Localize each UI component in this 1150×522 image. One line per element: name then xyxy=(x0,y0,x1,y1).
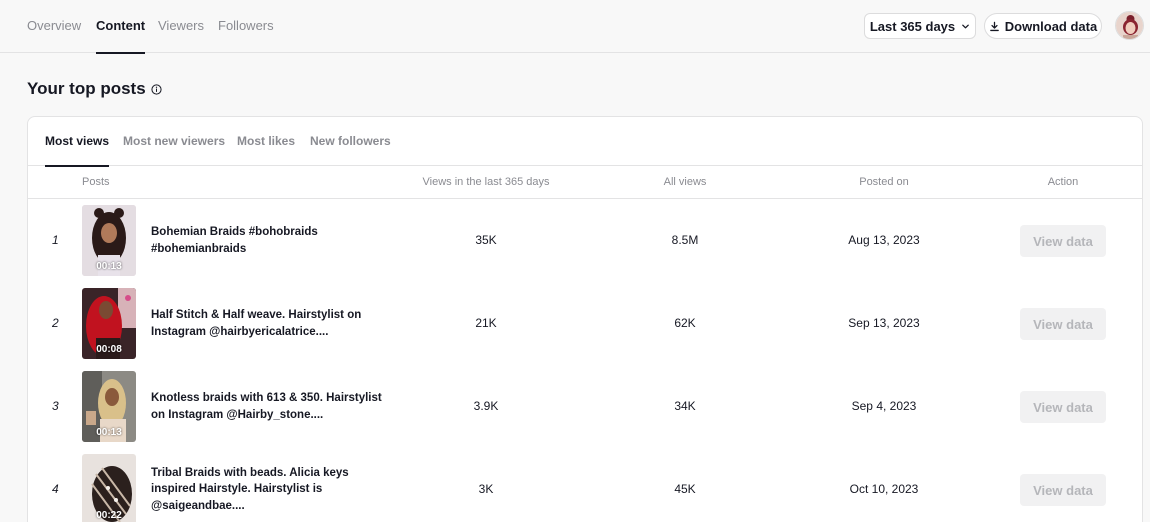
subtab-most-likes[interactable]: Most likes xyxy=(237,117,295,166)
table-row: 3 00:13 Knotless braids with 613 & 350. … xyxy=(28,365,1142,448)
info-icon[interactable] xyxy=(151,83,162,95)
header-posted-on: Posted on xyxy=(859,176,909,188)
section-title: Your top posts xyxy=(27,78,162,100)
row-rank: 1 xyxy=(52,233,59,247)
tab-content[interactable]: Content xyxy=(96,0,146,54)
avatar[interactable] xyxy=(1115,11,1144,40)
posted-on-value: Sep 4, 2023 xyxy=(851,399,917,413)
date-range-dropdown[interactable]: Last 365 days xyxy=(864,13,976,39)
video-duration: 00:13 xyxy=(96,427,122,438)
view-data-button[interactable]: View data xyxy=(1020,474,1106,506)
header-views-365: Views in the last 365 days xyxy=(422,176,550,188)
video-duration: 00:13 xyxy=(96,261,122,272)
all-views-value: 45K xyxy=(674,482,696,496)
tab-followers[interactable]: Followers xyxy=(218,0,274,53)
posted-on-value: Aug 13, 2023 xyxy=(848,233,920,247)
row-rank: 2 xyxy=(52,316,59,330)
sort-tabs: Most views Most new viewers Most likes N… xyxy=(28,117,1142,167)
row-rank: 3 xyxy=(52,399,59,413)
post-thumbnail[interactable]: 00:13 xyxy=(82,205,136,276)
all-views-value: 8.5M xyxy=(671,233,699,247)
views-365-value: 3.9K xyxy=(473,399,499,413)
date-range-label: Last 365 days xyxy=(869,18,956,34)
download-data-button[interactable]: Download data xyxy=(984,13,1102,39)
views-365-value: 21K xyxy=(475,316,497,330)
top-posts-card: Most views Most new viewers Most likes N… xyxy=(27,116,1143,522)
video-duration: 00:22 xyxy=(96,510,122,521)
views-365-value: 3K xyxy=(478,482,494,496)
header-all-views: All views xyxy=(663,176,707,188)
all-views-value: 62K xyxy=(674,316,696,330)
table-row: 1 00:13 Bohemian Braids #bohobraids #boh… xyxy=(28,199,1142,282)
video-duration: 00:08 xyxy=(96,344,122,355)
header-posts: Posts xyxy=(82,176,110,188)
tab-viewers[interactable]: Viewers xyxy=(158,0,204,53)
view-data-button[interactable]: View data xyxy=(1020,308,1106,340)
post-thumbnail[interactable]: 00:08 xyxy=(82,288,136,359)
chevron-down-icon xyxy=(962,24,969,28)
tab-overview[interactable]: Overview xyxy=(27,0,81,53)
view-data-button[interactable]: View data xyxy=(1020,391,1106,423)
post-title[interactable]: Knotless braids with 613 & 350. Hairstyl… xyxy=(151,365,391,448)
avatar-image xyxy=(1116,12,1143,39)
posted-on-value: Oct 10, 2023 xyxy=(849,482,919,496)
top-navigation: Overview Content Viewers Followers Last … xyxy=(0,0,1150,54)
subtab-most-new-viewers[interactable]: Most new viewers xyxy=(123,117,225,166)
download-data-label: Download data xyxy=(1004,18,1098,34)
posted-on-value: Sep 13, 2023 xyxy=(848,316,920,330)
all-views-value: 34K xyxy=(674,399,696,413)
subtab-new-followers[interactable]: New followers xyxy=(310,117,391,166)
post-title[interactable]: Tribal Braids with beads. Alicia keys in… xyxy=(151,448,391,522)
views-365-value: 35K xyxy=(475,233,497,247)
table-row: 4 00:22 Tribal Braids with beads. Alicia… xyxy=(28,448,1142,522)
post-thumbnail[interactable]: 00:22 xyxy=(82,454,136,522)
post-title[interactable]: Bohemian Braids #bohobraids #bohemianbra… xyxy=(151,199,391,282)
post-thumbnail[interactable]: 00:13 xyxy=(82,371,136,442)
table-row: 2 00:08 Half Stitch & Half weave. Hairst… xyxy=(28,282,1142,365)
header-action: Action xyxy=(1047,176,1079,188)
download-icon xyxy=(989,21,999,31)
row-rank: 4 xyxy=(52,482,59,496)
table-header: Posts Views in the last 365 days All vie… xyxy=(28,166,1142,199)
post-title[interactable]: Half Stitch & Half weave. Hairstylist on… xyxy=(151,282,391,365)
subtab-most-views[interactable]: Most views xyxy=(45,117,110,167)
view-data-button[interactable]: View data xyxy=(1020,225,1106,257)
page-title: Your top posts xyxy=(27,79,146,98)
